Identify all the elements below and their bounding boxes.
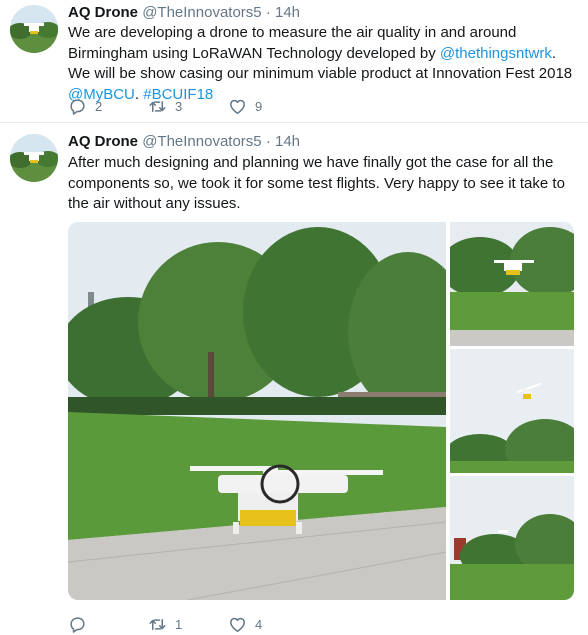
tweet-actions: 1 4 (68, 613, 308, 635)
retweet-button[interactable]: 3 (148, 97, 228, 116)
timestamp[interactable]: 14h (275, 4, 300, 21)
media-photo-3[interactable] (450, 349, 574, 473)
author-handle[interactable]: @TheInnovators5 (142, 4, 261, 21)
reply-button[interactable] (68, 615, 148, 634)
tweet-header: AQ Drone @TheInnovators5 · 14h (68, 132, 300, 152)
tweet-text: We are developing a drone to measure the… (68, 23, 580, 105)
reply-count: 2 (95, 98, 103, 114)
heart-icon (230, 99, 245, 114)
avatar[interactable] (10, 134, 58, 182)
avatar-drone-image (10, 134, 58, 182)
avatar-drone-image (10, 5, 58, 53)
mention-link-thethingsntwrk[interactable]: @thethingsntwrk (440, 45, 552, 62)
media-photo-main[interactable] (68, 222, 446, 600)
retweet-icon (149, 100, 166, 112)
separator-dot: · (265, 133, 271, 150)
tweet-media-grid (68, 222, 574, 600)
retweet-count: 3 (175, 98, 183, 114)
like-button[interactable]: 4 (228, 615, 308, 634)
media-photo-4[interactable] (450, 476, 574, 600)
heart-icon (230, 617, 245, 632)
like-count: 4 (255, 616, 263, 632)
author-name[interactable]: AQ Drone (68, 133, 138, 150)
separator-dot: · (265, 4, 271, 21)
tweet-actions: 2 3 9 (68, 95, 308, 117)
drone-photo (450, 476, 574, 600)
like-button[interactable]: 9 (228, 97, 308, 116)
drone-photo (68, 222, 446, 600)
reply-icon (70, 616, 85, 633)
reply-icon (70, 98, 85, 115)
avatar[interactable] (10, 5, 58, 53)
author-handle[interactable]: @TheInnovators5 (142, 133, 261, 150)
tweet-text: After much designing and planning we hav… (68, 154, 565, 212)
reply-button[interactable]: 2 (68, 97, 148, 116)
tweet-1[interactable]: AQ Drone @TheInnovators5 · 14h We are de… (0, 0, 588, 123)
media-photo-2[interactable] (450, 222, 574, 346)
retweet-button[interactable]: 1 (148, 615, 228, 634)
drone-photo (450, 222, 574, 346)
like-count: 9 (255, 98, 263, 114)
retweet-icon (149, 618, 166, 630)
tweet-header: AQ Drone @TheInnovators5 · 14h (68, 3, 300, 23)
retweet-count: 1 (175, 616, 183, 632)
drone-photo (450, 349, 574, 473)
author-name[interactable]: AQ Drone (68, 4, 138, 21)
timestamp[interactable]: 14h (275, 133, 300, 150)
tweet-2[interactable]: AQ Drone @TheInnovators5 · 14h After muc… (0, 123, 588, 633)
